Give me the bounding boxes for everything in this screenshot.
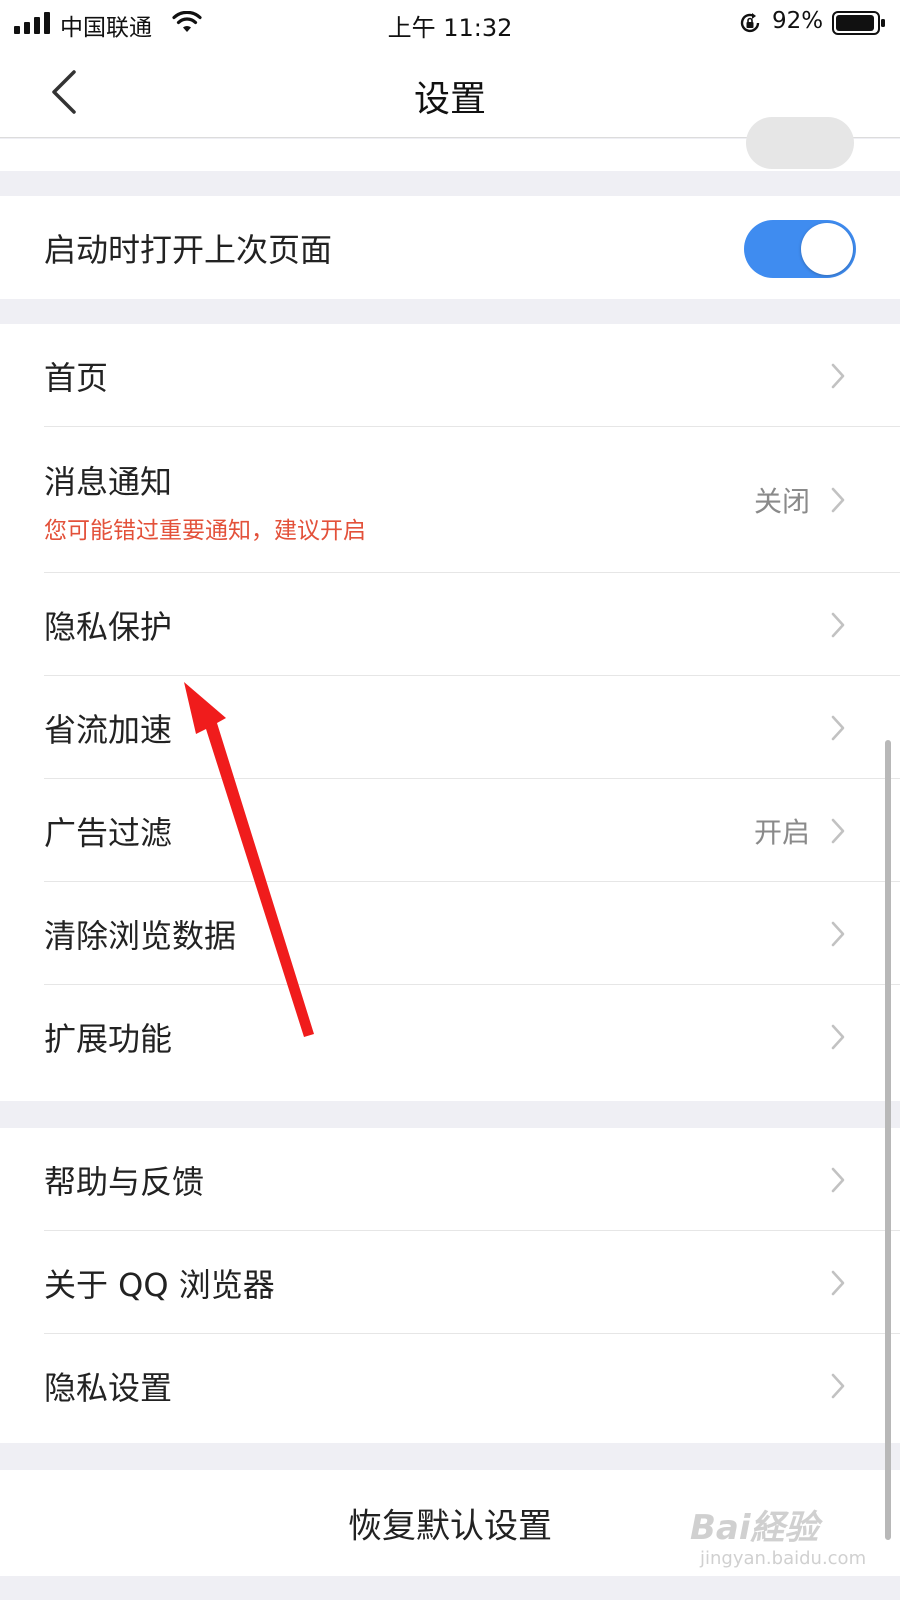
setting-label: 首页 [44,358,109,397]
battery-icon [832,11,885,35]
setting-row-about[interactable]: 关于 QQ 浏览器 [0,1231,900,1334]
chevron-right-icon [831,487,845,513]
setting-label: 隐私设置 [44,1368,173,1407]
scrollbar[interactable] [885,740,891,1540]
restore-last-page-toggle[interactable] [744,220,856,278]
setting-row-privacy-settings[interactable]: 隐私设置 [0,1334,900,1437]
setting-label: 扩展功能 [44,1019,173,1058]
baidu-watermark: Bai経验 jingyan.baidu.com [690,1500,890,1580]
status-bar: 中国联通 上午 11:32 92% [0,0,900,46]
toggle-switch[interactable] [746,117,854,169]
setting-row-ad-filter[interactable]: 广告过滤 开启 [0,779,900,882]
setting-row-notifications[interactable]: 消息通知 您可能错过重要通知，建议开启 关闭 [0,427,900,573]
chevron-right-icon [831,1167,845,1192]
setting-row-homepage[interactable]: 首页 [0,324,900,427]
chevron-right-icon [831,1024,845,1049]
watermark-url: jingyan.baidu.com [700,1548,867,1569]
toggle-knob [801,223,853,275]
setting-label: 清除浏览数据 [44,916,237,955]
setting-row-clear-data[interactable]: 清除浏览数据 [0,882,900,985]
chevron-right-icon [831,363,845,388]
chevron-right-icon [831,1373,845,1398]
rotation-lock-icon [740,13,760,33]
setting-label: 关于 QQ 浏览器 [44,1265,275,1304]
section-about: 帮助与反馈 关于 QQ 浏览器 隐私设置 [0,1128,900,1443]
setting-label: 隐私保护 [44,607,173,646]
setting-value: 关闭 [753,485,810,518]
setting-label: 省流加速 [44,710,173,749]
setting-label: 消息通知 [44,463,173,501]
setting-value: 开启 [753,815,810,849]
section-startup: 启动时打开上次页面 [0,196,900,299]
watermark-logo: Bai経验 [690,1508,819,1548]
setting-row-restore-last-page: 启动时打开上次页面 [0,196,900,299]
section-general: 首页 消息通知 您可能错过重要通知，建议开启 关闭 隐私保护 省流加速 广告过滤… [0,324,900,1101]
notification-hint: 您可能错过重要通知，建议开启 [44,518,366,544]
chevron-right-icon [831,818,845,843]
setting-row-extensions[interactable]: 扩展功能 [0,985,900,1088]
chevron-right-icon [831,715,845,740]
setting-label: 帮助与反馈 [44,1162,205,1201]
chevron-right-icon [831,921,845,946]
clock: 上午 11:32 [387,14,513,42]
setting-label: 广告过滤 [44,813,173,852]
page-title: 设置 [413,79,486,120]
setting-row-privacy-protection[interactable]: 隐私保护 [0,573,900,676]
setting-label: 启动时打开上次页面 [44,230,333,269]
partial-row [0,117,900,171]
chevron-right-icon [831,612,845,637]
setting-row-data-saver[interactable]: 省流加速 [0,676,900,779]
chevron-right-icon [831,1270,845,1295]
battery-percentage: 92% [772,8,824,34]
setting-row-help-feedback[interactable]: 帮助与反馈 [0,1128,900,1231]
